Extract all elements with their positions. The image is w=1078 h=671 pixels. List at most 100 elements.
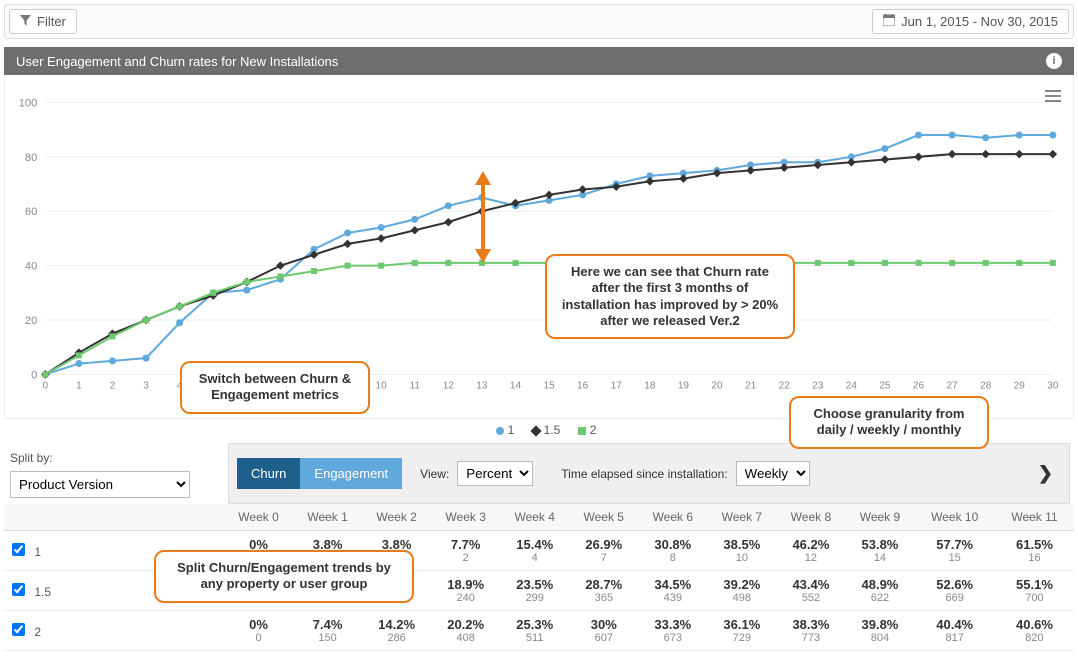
data-cell: 40.4%817 [914, 611, 994, 651]
split-by-label: Split by: [10, 451, 210, 465]
svg-text:0: 0 [31, 369, 37, 381]
annotation-text: Here we can see that Churn rate after th… [562, 264, 778, 328]
svg-text:11: 11 [410, 381, 421, 392]
svg-text:12: 12 [443, 381, 455, 392]
tab-churn[interactable]: Churn [237, 458, 300, 489]
col-header: Week 0 [224, 504, 293, 531]
svg-text:29: 29 [1014, 381, 1026, 392]
col-header: Week 2 [362, 504, 431, 531]
data-cell: 57.7%15 [914, 531, 994, 571]
legend-item-2[interactable]: 2 [590, 423, 597, 437]
svg-text:17: 17 [611, 381, 623, 392]
info-icon[interactable]: i [1046, 53, 1062, 69]
annotation-arrow-icon [465, 171, 505, 266]
time-elapsed-label: Time elapsed since installation: [561, 467, 727, 481]
col-header: Week 11 [995, 504, 1074, 531]
svg-text:30: 30 [1047, 381, 1059, 392]
data-cell: 40.6%820 [995, 611, 1074, 651]
top-bar: Filter Jun 1, 2015 - Nov 30, 2015 [4, 4, 1074, 39]
svg-text:24: 24 [846, 381, 858, 392]
data-cell: 7.7%2 [431, 531, 500, 571]
data-cell: 23.5%299 [500, 571, 569, 611]
svg-text:28: 28 [980, 381, 992, 392]
time-elapsed-select[interactable]: Weekly [736, 461, 810, 486]
svg-text:19: 19 [678, 381, 690, 392]
svg-text:20: 20 [25, 315, 37, 327]
svg-text:27: 27 [946, 381, 958, 392]
data-cell: 55.1%700 [995, 571, 1074, 611]
svg-text:25: 25 [879, 381, 891, 392]
col-header: Week 5 [569, 504, 638, 531]
svg-text:18: 18 [644, 381, 656, 392]
panel-header: User Engagement and Churn rates for New … [4, 47, 1074, 75]
row-checkbox[interactable] [12, 543, 25, 556]
switch-metrics-text: Switch between Churn & Engagement metric… [199, 371, 351, 402]
svg-text:100: 100 [19, 97, 37, 109]
data-cell: 38.3%773 [776, 611, 845, 651]
granularity-callout: Choose granularity from daily / weekly /… [789, 396, 989, 449]
data-cell: 52.6%669 [914, 571, 994, 611]
data-cell: 7.4%150 [293, 611, 362, 651]
data-cell: 48.9%622 [845, 571, 914, 611]
split-callout: Split Churn/Engagement trends by any pro… [154, 550, 414, 603]
svg-text:2: 2 [110, 381, 116, 392]
date-range-button[interactable]: Jun 1, 2015 - Nov 30, 2015 [872, 9, 1069, 34]
legend-item-1-5[interactable]: 1.5 [544, 423, 561, 437]
annotation-callout: Here we can see that Churn rate after th… [545, 254, 795, 339]
svg-text:21: 21 [745, 381, 757, 392]
svg-text:22: 22 [779, 381, 791, 392]
svg-text:80: 80 [25, 152, 37, 164]
table-row: 20%07.4%15014.2%28620.2%40825.3%51130%60… [4, 611, 1074, 651]
data-cell: 39.8%804 [845, 611, 914, 651]
chart-svg: 0204060801000123456789101112131415161718… [5, 79, 1073, 418]
data-cell: 0%0 [224, 611, 293, 651]
svg-text:3: 3 [143, 381, 149, 392]
scroll-right-button[interactable]: ❯ [1030, 463, 1061, 484]
chart-area: 0204060801000123456789101112131415161718… [4, 79, 1074, 419]
split-by-select[interactable]: Product Version [10, 471, 190, 498]
data-table: Week 0Week 1Week 2Week 3Week 4Week 5Week… [4, 504, 1074, 651]
col-header: Week 9 [845, 504, 914, 531]
data-cell: 30.8%8 [638, 531, 707, 571]
data-cell: 38.5%10 [707, 531, 776, 571]
col-header: Week 3 [431, 504, 500, 531]
col-header: Week 7 [707, 504, 776, 531]
data-cell: 43.4%552 [776, 571, 845, 611]
col-header: Week 4 [500, 504, 569, 531]
data-cell: 26.9%7 [569, 531, 638, 571]
view-label: View: [420, 467, 449, 481]
filter-label: Filter [37, 14, 66, 29]
data-cell: 30%607 [569, 611, 638, 651]
data-cell: 15.4%4 [500, 531, 569, 571]
data-cell: 25.3%511 [500, 611, 569, 651]
chart-menu-icon[interactable] [1045, 87, 1061, 105]
data-cell: 34.5%439 [638, 571, 707, 611]
date-range-label: Jun 1, 2015 - Nov 30, 2015 [901, 14, 1058, 29]
col-header: Week 6 [638, 504, 707, 531]
tab-engagement[interactable]: Engagement [300, 458, 402, 489]
split-by-panel: Split by: Product Version [4, 443, 224, 504]
data-cell: 36.1%729 [707, 611, 776, 651]
calendar-icon [883, 14, 895, 29]
svg-text:23: 23 [812, 381, 824, 392]
legend-item-1[interactable]: 1 [508, 423, 515, 437]
row-checkbox[interactable] [12, 583, 25, 596]
svg-text:1: 1 [76, 381, 82, 392]
data-cell: 39.2%498 [707, 571, 776, 611]
svg-text:20: 20 [711, 381, 723, 392]
split-callout-text: Split Churn/Engagement trends by any pro… [177, 560, 391, 591]
svg-text:0: 0 [42, 381, 48, 392]
metric-toggle: Churn Engagement [237, 458, 402, 489]
col-header: Week 8 [776, 504, 845, 531]
row-checkbox[interactable] [12, 623, 25, 636]
col-header: Week 1 [293, 504, 362, 531]
filter-icon [20, 14, 31, 29]
svg-text:60: 60 [25, 206, 37, 218]
data-cell: 33.3%673 [638, 611, 707, 651]
svg-text:10: 10 [376, 381, 388, 392]
view-select[interactable]: Percent [457, 461, 533, 486]
granularity-text: Choose granularity from daily / weekly /… [814, 406, 965, 437]
svg-text:15: 15 [543, 381, 555, 392]
filter-button[interactable]: Filter [9, 9, 77, 34]
col-header: Week 10 [914, 504, 994, 531]
